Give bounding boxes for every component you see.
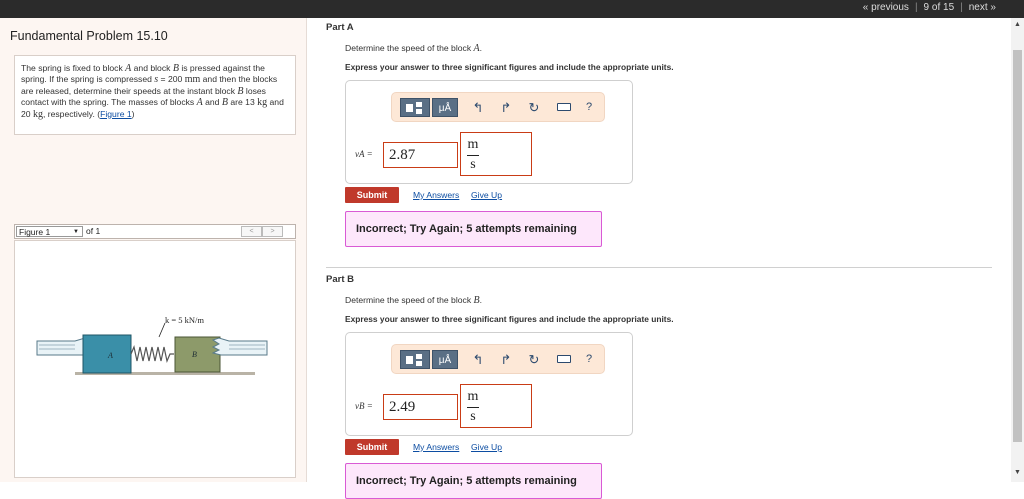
problem-title: Fundamental Problem 15.10 xyxy=(10,29,168,43)
part-a-answer-box: μÅ ↰ ↱ ↻ ? vA = 2.87 m s xyxy=(345,80,633,184)
part-b-my-answers-link[interactable]: My Answers xyxy=(413,442,459,452)
unit-fraction: m s xyxy=(467,137,479,173)
part-divider xyxy=(326,267,992,268)
figure-link[interactable]: Figure 1 xyxy=(100,109,132,119)
answer-panel: Part A Determine the speed of the block … xyxy=(307,18,1011,499)
block-a xyxy=(82,334,132,374)
problem-position: 9 of 15 xyxy=(923,2,955,13)
part-b-unit-input[interactable]: m s xyxy=(460,384,532,428)
figure-frame: A k = 5 kN/m B xyxy=(14,240,296,478)
part-b-value-input[interactable]: 2.49 xyxy=(383,394,458,420)
part-a-value-input[interactable]: 2.87 xyxy=(383,142,458,168)
units-button[interactable]: μÅ xyxy=(432,350,458,369)
figure-select-value: Figure 1 xyxy=(19,227,51,237)
next-link[interactable]: next » xyxy=(969,2,996,13)
spring-blocks-figure: A k = 5 kN/m B xyxy=(36,315,268,375)
question-text: Determine the speed of the block xyxy=(345,295,474,305)
templates-button[interactable] xyxy=(400,350,430,369)
part-a-variable: vA = xyxy=(355,149,373,159)
part-a-toolbar: μÅ ↰ ↱ ↻ ? xyxy=(391,92,605,122)
problem-text: ) xyxy=(131,108,135,119)
previous-link[interactable]: « previous xyxy=(863,2,909,13)
scrollbar-thumb[interactable] xyxy=(1013,50,1022,442)
part-b-feedback: Incorrect; Try Again; 5 attempts remaini… xyxy=(345,463,602,499)
part-b-toolbar: μÅ ↰ ↱ ↻ ? xyxy=(391,344,605,374)
question-text: . xyxy=(479,295,483,305)
problem-text: and block xyxy=(131,63,173,73)
problem-text: = 200 xyxy=(158,74,185,85)
keyboard-icon[interactable] xyxy=(555,350,573,369)
nav-separator: | xyxy=(960,2,963,13)
right-hand-icon xyxy=(211,337,268,356)
figure-prev-button[interactable]: < xyxy=(241,226,262,237)
figure-next-button[interactable]: > xyxy=(262,226,283,237)
part-a-my-answers-link[interactable]: My Answers xyxy=(413,190,459,200)
block-b-label: B xyxy=(192,350,197,359)
part-a-question: Determine the speed of the block A. xyxy=(345,43,482,54)
redo-icon[interactable]: ↱ xyxy=(499,98,513,117)
units-button[interactable]: μÅ xyxy=(432,98,458,117)
part-b-submit-button[interactable]: Submit xyxy=(345,439,399,455)
part-b-instruction: Express your answer to three significant… xyxy=(345,314,674,324)
part-a-give-up-link[interactable]: Give Up xyxy=(471,190,502,200)
reset-icon[interactable]: ↻ xyxy=(527,350,541,369)
part-a-instruction: Express your answer to three significant… xyxy=(345,62,674,72)
block-a-label: A xyxy=(107,351,113,360)
part-b-question: Determine the speed of the block B. xyxy=(345,295,482,306)
top-bar: « previous | 9 of 15 | next » xyxy=(0,0,1024,18)
question-text: . xyxy=(479,43,483,53)
part-a-submit-button[interactable]: Submit xyxy=(345,187,399,203)
redo-icon[interactable]: ↱ xyxy=(499,350,513,369)
scroll-down-icon[interactable]: ▼ xyxy=(1014,469,1021,476)
figure-bar: Figure 1 ▼ of 1 < > xyxy=(14,224,296,239)
part-a-feedback: Incorrect; Try Again; 5 attempts remaini… xyxy=(345,211,602,247)
problem-text: and xyxy=(202,97,222,108)
part-a-title: Part A xyxy=(326,22,354,33)
problem-text: , respectively. ( xyxy=(42,108,101,119)
figure-pager: < > xyxy=(241,226,283,237)
problem-panel: Fundamental Problem 15.10 The spring is … xyxy=(0,18,307,482)
help-icon[interactable]: ? xyxy=(583,98,595,117)
figure-count: of 1 xyxy=(86,226,101,236)
scroll-up-icon[interactable]: ▲ xyxy=(1014,21,1021,28)
unit-mm: mm xyxy=(184,74,201,86)
undo-icon[interactable]: ↰ xyxy=(471,98,485,117)
dropdown-arrow-icon: ▼ xyxy=(73,229,79,235)
unit-denominator: s xyxy=(470,157,476,172)
template-grid-icon xyxy=(406,102,422,114)
unit-denominator: s xyxy=(470,409,476,424)
templates-button[interactable] xyxy=(400,98,430,117)
figure-select[interactable]: Figure 1 ▼ xyxy=(16,226,83,237)
problem-text: are 13 xyxy=(227,97,258,108)
problem-text: The spring is fixed to block xyxy=(21,63,126,73)
nav-separator: | xyxy=(914,2,918,13)
unit-numerator: m xyxy=(467,137,479,152)
problem-statement: The spring is fixed to block A and block… xyxy=(14,55,296,135)
question-text: Determine the speed of the block xyxy=(345,43,474,53)
part-b-variable: vB = xyxy=(355,401,373,411)
problem-nav: « previous | 9 of 15 | next » xyxy=(863,2,996,13)
part-b-give-up-link[interactable]: Give Up xyxy=(471,442,502,452)
template-grid-icon xyxy=(406,354,422,366)
unit-kg: kg xyxy=(257,97,268,109)
keyboard-icon[interactable] xyxy=(555,98,573,117)
spring-constant-label: k = 5 kN/m xyxy=(165,315,204,325)
spring xyxy=(130,345,174,363)
reset-icon[interactable]: ↻ xyxy=(527,98,541,117)
part-b-answer-box: μÅ ↰ ↱ ↻ ? vB = 2.49 m s xyxy=(345,332,633,436)
part-b-title: Part B xyxy=(326,274,354,285)
unit-fraction: m s xyxy=(467,389,479,425)
help-icon[interactable]: ? xyxy=(583,350,595,369)
unit-numerator: m xyxy=(467,389,479,404)
page-scrollbar[interactable]: ▲ ▼ xyxy=(1011,18,1024,482)
part-a-unit-input[interactable]: m s xyxy=(460,132,532,176)
undo-icon[interactable]: ↰ xyxy=(471,350,485,369)
block-b xyxy=(174,336,221,373)
spring-callout xyxy=(158,322,166,338)
unit-kg: kg xyxy=(32,108,43,120)
